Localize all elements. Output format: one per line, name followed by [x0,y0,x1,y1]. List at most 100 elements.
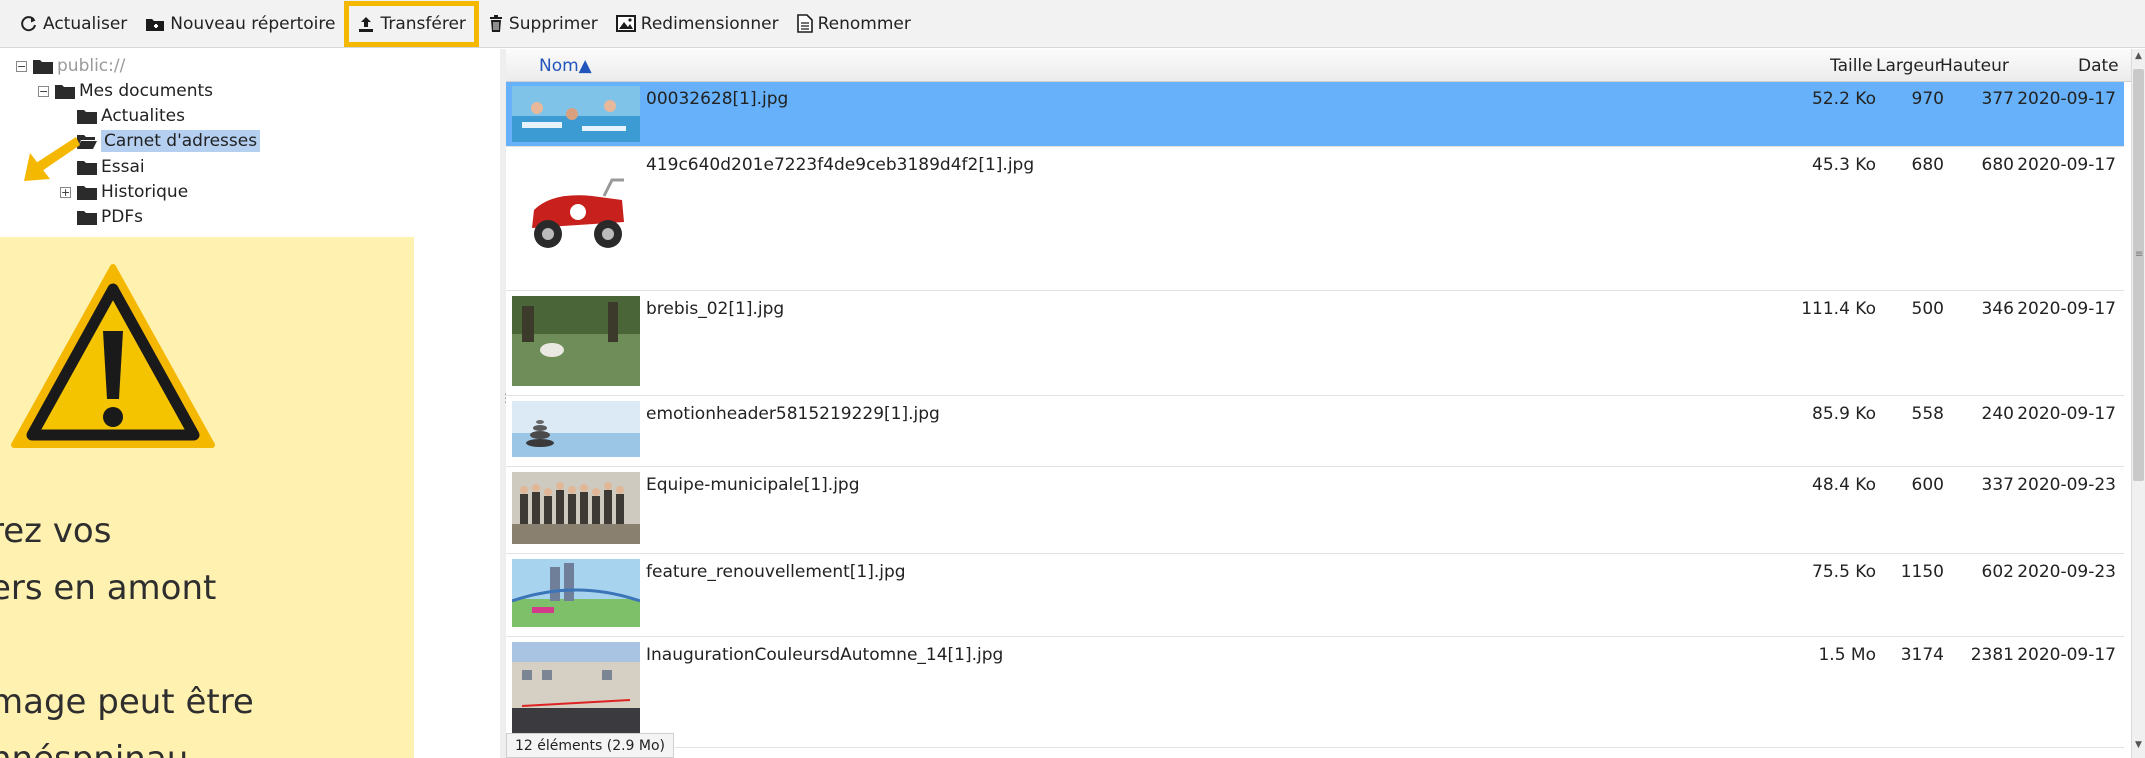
new-folder-label: Nouveau répertoire [170,13,336,34]
image-thumbnail [512,86,640,142]
folder-icon [77,210,97,225]
file-width: 600 [1911,475,1944,495]
scroll-down-icon[interactable]: ▼ [2132,740,2145,756]
folder-icon [55,84,75,99]
file-name: Equipe-municipale[1].jpg [646,475,860,495]
column-header-size[interactable]: Taille [1830,56,1873,76]
refresh-button[interactable]: Actualiser [14,6,133,42]
file-date: 2020-09-17 [2017,299,2116,319]
file-date: 2020-09-17 [2017,155,2116,175]
refresh-label: Actualiser [43,13,128,34]
rename-label: Renommer [817,13,911,34]
file-name: emotionheader5815219229[1].jpg [646,404,940,424]
tree-label-root: public:// [57,56,126,76]
tree-label-actualites: Actualites [101,106,185,126]
image-thumbnail [512,472,640,544]
file-width: 558 [1911,404,1944,424]
file-row[interactable]: feature_renouvellement[1].jpg 75.5 Ko 11… [506,555,2124,637]
file-height: 346 [1981,299,2014,319]
warning-text: rez vos ers en amont mage peut être nnés… [0,511,254,758]
upload-button[interactable]: Transférer [344,0,479,47]
column-header-date[interactable]: Date [2078,56,2119,76]
file-width: 500 [1911,299,1944,319]
file-height: 602 [1981,562,2014,582]
tree-node-actualites[interactable]: Actualites [77,104,185,128]
document-icon [796,14,813,33]
resize-button[interactable]: Redimensionner [610,6,785,42]
tree-label-historique: Historique [101,182,189,202]
file-name: brebis_02[1].jpg [646,299,785,319]
file-date: 2020-09-23 [2017,562,2116,582]
rename-button[interactable]: Renommer [791,6,917,42]
vertical-scrollbar[interactable]: ▲ ≡ ▼ [2131,49,2145,758]
file-row[interactable]: 419c640d201e7223f4de9ceb3189d4f2[1].jpg … [506,148,2124,291]
file-row[interactable]: 00032628[1].jpg 52.2 Ko 970 377 2020-09-… [506,82,2124,147]
column-header-width[interactable]: Largeur [1876,56,1942,76]
image-thumbnail [512,401,640,457]
tree-node-mes-documents[interactable]: − Mes documents [38,79,213,103]
column-header-height[interactable]: Hauteur [1940,56,2009,76]
file-height: 377 [1981,89,2014,109]
folder-icon [77,185,97,200]
file-row[interactable]: Equipe-municipale[1].jpg 48.4 Ko 600 337… [506,468,2124,554]
file-list: Nom▲ Taille Largeur Hauteur Date 0003262… [506,49,2131,758]
file-name: 00032628[1].jpg [646,89,789,109]
collapse-icon[interactable]: − [16,60,27,72]
tree-label-mes-documents: Mes documents [79,81,214,101]
file-size: 75.5 Ko [1812,562,1876,582]
file-name: 419c640d201e7223f4de9ceb3189d4f2[1].jpg [646,155,1035,175]
tree-node-root[interactable]: − public:// [16,54,125,78]
warning-triangle-icon [11,264,215,448]
file-name: feature_renouvellement[1].jpg [646,562,906,582]
scrollbar-grip-icon: ≡ [2135,249,2144,260]
tree-node-essai[interactable]: Essai [77,155,145,179]
tree-node-pdfs[interactable]: PDFs [77,205,143,229]
file-width: 680 [1911,155,1944,175]
open-folder-icon [77,134,97,149]
file-size: 1.5 Mo [1818,645,1876,665]
file-row[interactable]: InaugurationCouleursdAutomne_14[1].jpg 1… [506,638,2124,748]
tree-node-carnet[interactable]: Carnet d'adresses [77,129,261,153]
file-size: 48.4 Ko [1812,475,1876,495]
scroll-up-icon[interactable]: ▲ [2132,51,2145,67]
tree-node-historique[interactable]: + Historique [60,180,188,204]
file-name: InaugurationCouleursdAutomne_14[1].jpg [646,645,1004,665]
image-thumbnail [512,152,640,280]
file-list-header: Nom▲ Taille Largeur Hauteur Date [506,49,2131,82]
file-height: 240 [1981,404,2014,424]
new-folder-icon [146,18,165,31]
refresh-icon [21,15,36,31]
annotation-arrow-icon [24,137,80,181]
image-thumbnail [512,642,640,742]
tree-label-carnet: Carnet d'adresses [101,130,261,152]
collapse-icon[interactable]: − [38,85,49,97]
file-height: 680 [1981,155,2014,175]
file-width: 970 [1911,89,1944,109]
column-header-name[interactable]: Nom▲ [539,56,592,76]
file-date: 2020-09-17 [2017,404,2116,424]
file-row[interactable]: emotionheader5815219229[1].jpg 85.9 Ko 5… [506,397,2124,467]
expand-icon[interactable]: + [60,186,71,198]
delete-button[interactable]: Supprimer [482,6,604,42]
upload-icon [359,16,374,32]
trash-icon [489,14,502,32]
file-size: 45.3 Ko [1812,155,1876,175]
file-row[interactable]: brebis_02[1].jpg 111.4 Ko 500 346 2020-0… [506,292,2124,396]
toolbar: Actualiser Nouveau répertoire Transférer… [0,0,2145,48]
folder-icon [77,109,97,124]
image-icon [615,15,636,32]
file-width: 1150 [1900,562,1944,582]
file-date: 2020-09-23 [2017,475,2116,495]
scrollbar-thumb[interactable] [2133,69,2144,481]
folder-icon [77,160,97,175]
image-thumbnail [512,296,640,386]
file-size: 111.4 Ko [1801,299,1876,319]
new-folder-button[interactable]: Nouveau répertoire [139,6,341,42]
file-width: 3174 [1900,645,1944,665]
file-size: 85.9 Ko [1812,404,1876,424]
file-height: 337 [1981,475,2014,495]
resize-label: Redimensionner [640,13,779,34]
tree-label-pdfs: PDFs [101,207,143,227]
file-height: 2381 [1970,645,2014,665]
folder-icon [33,59,53,74]
